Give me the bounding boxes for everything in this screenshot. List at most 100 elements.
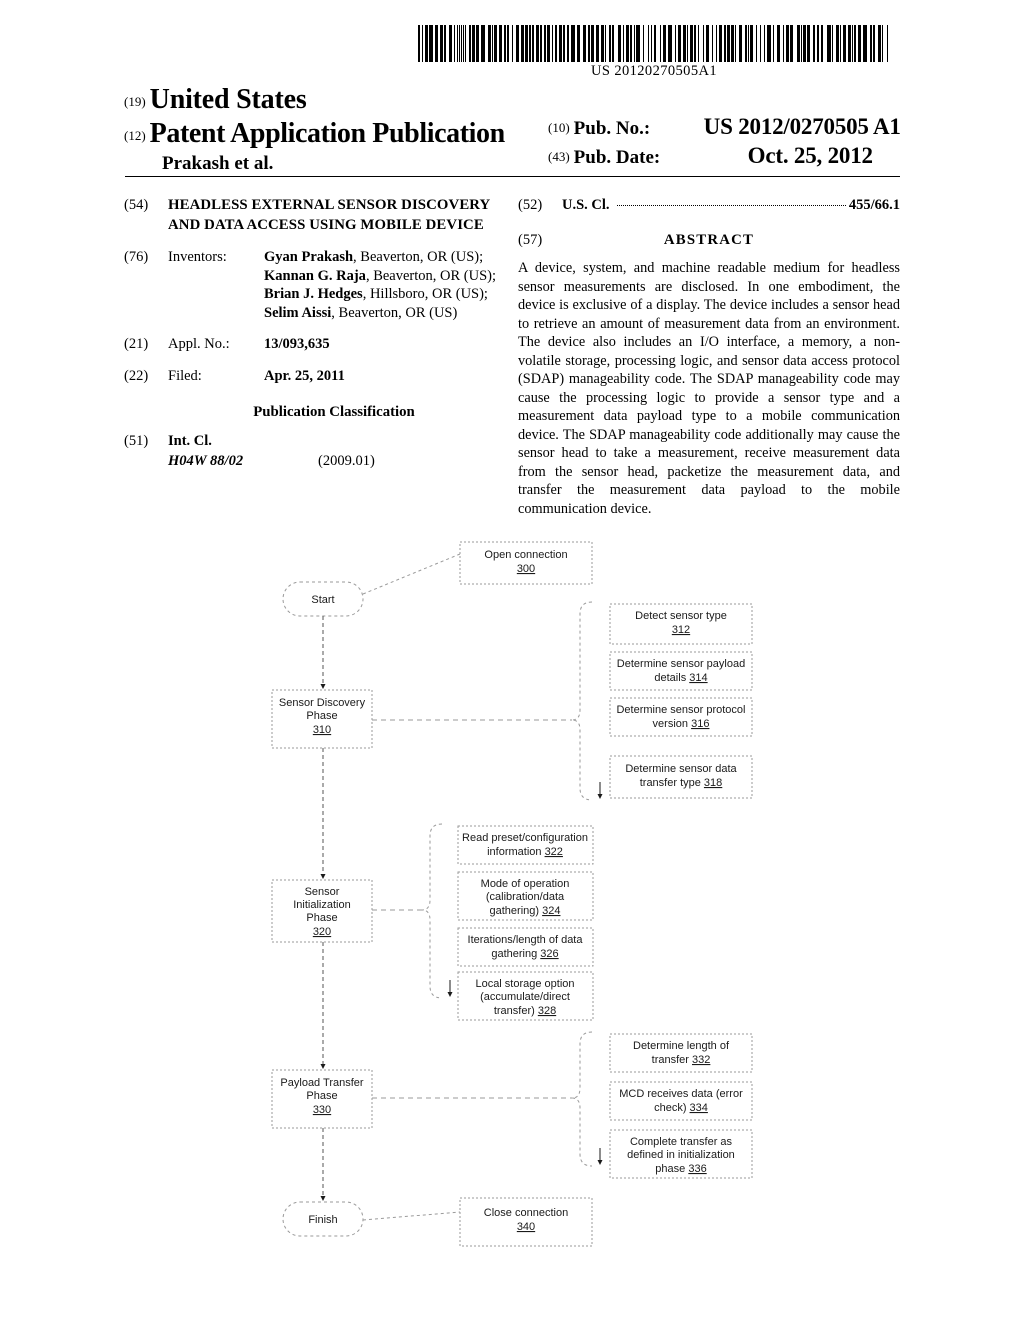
box-discovery-ref: 310 [313,724,331,736]
box-close-connection-line1: Close connection [484,1207,568,1219]
doc-type-line: (12) Patent Application Publication [124,118,505,150]
node-finish: Finish [282,1201,364,1237]
code-10: (10) [548,120,570,135]
code-43: (43) [548,149,570,165]
detail-box-336: Complete transfer as defined in initiali… [609,1129,753,1179]
box-discovery-line1: Sensor Discovery [279,697,366,709]
detail-312-ref: 312 [672,624,690,636]
detail-316-line2: version 316 [653,718,710,730]
box-open-connection-ref: 300 [517,563,535,575]
barcode-number: US 20120270505A1 [590,63,718,79]
box-open-connection: Open connection 300 [459,541,593,585]
detail-box-332: Determine length of transfer 332 [609,1033,753,1073]
inventors-code: (76) [124,249,149,266]
title-field: (54) HEADLESS EXTERNAL SENSOR DISCOVERY … [124,196,514,235]
detail-box-322: Read preset/configuration information 32… [457,825,594,865]
leader-dots [616,205,846,206]
detail-336-line1: Complete transfer as [630,1136,733,1148]
detail-box-324: Mode of operation (calibration/data gath… [457,871,594,921]
detail-318-line2: transfer type 318 [640,777,723,789]
pub-date-label: Pub. Date: [573,147,661,169]
inventor-location: , Beaverton, OR (US); [365,267,497,284]
us-cl-field: (52) U.S. Cl. 455/66.1 [518,196,900,215]
box-close-connection: Close connection 340 [459,1197,593,1247]
int-cl-field: (51) Int. Cl. H04W 88/02 (2009.01) [124,432,514,470]
appl-no-label: Appl. No.: [168,336,230,353]
connector-start-to-open [362,553,461,595]
box-initialization-line3: Phase [306,912,337,924]
abstract-code: (57) [518,231,543,248]
detail-334-line2: check) 334 [654,1102,708,1114]
country-name: United States [149,84,307,115]
pub-no-row: (10) Pub. No.: US 2012/0270505 A1 [548,112,901,141]
box-payload-line2: Phase [306,1090,337,1102]
int-cl-detail: H04W 88/02 (2009.01) [168,452,514,471]
flowchart-figure: Start Open connection 300 Sensor Discove… [0,520,1024,1320]
brace-initialization [421,823,443,999]
int-cl-label: Int. Cl. [168,433,212,450]
invention-title: HEADLESS EXTERNAL SENSOR DISCOVERY AND D… [168,197,490,233]
inventor-name: Brian J. Hedges [264,286,363,303]
detail-328-line2: (accumulate/direct [480,991,570,1003]
detail-box-316: Determine sensor protocol version 316 [609,697,753,737]
detail-322-line2: information 322 [487,846,563,858]
node-start: Start [282,581,364,617]
code-12: (12) [124,128,146,143]
detail-box-314: Determine sensor payload details 314 [609,651,753,691]
int-cl-body: Int. Cl. H04W 88/02 (2009.01) [168,432,514,470]
detail-box-312: Detect sensor type 312 [609,603,753,645]
box-initialization-line1: Sensor [305,886,340,898]
node-start-label: Start [311,594,334,606]
detail-box-334: MCD receives data (error check) 334 [609,1081,753,1121]
box-payload-ref: 330 [313,1104,331,1116]
int-cl-code: (51) [124,433,149,450]
filed-code: (22) [124,367,149,384]
barcode-image [418,25,888,62]
int-cl-version: (2009.01) [318,452,375,469]
node-finish-label: Finish [308,1214,337,1226]
inventor-location: , Beaverton, OR (US) [331,304,458,321]
box-initialization-line2: Initialization [293,899,350,911]
appl-no-value: 13/093,635 [264,336,330,353]
detail-322-line1: Read preset/configuration [462,832,588,844]
appl-no-field: (21) Appl. No.: 13/093,635 [124,335,514,354]
detail-318-line1: Determine sensor data [625,763,737,775]
detail-326-line2: gathering 326 [491,948,558,960]
pub-date-value: Oct. 25, 2012 [747,143,873,169]
appl-no-code: (21) [124,336,149,353]
inventors-field: (76) Inventors: Gyan Prakash, Beaverton,… [124,248,514,322]
box-open-connection-line1: Open connection [484,549,567,561]
detail-314-line2: details 314 [654,672,707,684]
inventor-location: , Hillsboro, OR (US); [362,286,488,303]
bibliographic-right-column: (52) U.S. Cl. 455/66.1 (57) ABSTRACT A d… [518,196,900,518]
detail-box-318: Determine sensor data transfer type 318 [609,755,753,799]
detail-328-line1: Local storage option [475,978,574,990]
box-sensor-initialization-phase: Sensor Initialization Phase 320 [271,879,373,943]
us-cl-label: U.S. Cl. [562,197,610,213]
detail-box-326: Iterations/length of data gathering 326 [457,927,594,967]
document-type: Patent Application Publication [149,118,506,149]
detail-316-line1: Determine sensor protocol [616,704,745,716]
abstract-text: A device, system, and machine readable m… [518,260,900,517]
detail-box-328: Local storage option (accumulate/direct … [457,971,594,1021]
filed-value: Apr. 25, 2011 [264,367,345,384]
detail-324-line3: gathering) 324 [490,905,561,917]
box-payload-transfer-phase: Payload Transfer Phase 330 [271,1069,373,1129]
inventor-location: , Beaverton, OR (US); [353,249,484,266]
pub-no-value: US 2012/0270505 A1 [703,114,901,139]
detail-336-line2: defined in initialization [627,1149,735,1161]
detail-336-line3: phase 336 [655,1163,706,1175]
inventor-name: Kannan G. Raja [264,267,366,284]
inventor-name: Selim Aissi [264,304,332,321]
box-payload-line1: Payload Transfer [280,1077,363,1089]
pub-date-row: (43) Pub. Date: Oct. 25, 2012 [548,141,901,170]
filed-field: (22) Filed: Apr. 25, 2011 [124,367,514,386]
detail-332-line1: Determine length of [633,1040,730,1052]
us-cl-code: (52) [518,197,543,213]
header-left-block: (19) United States (12) Patent Applicati… [124,84,505,175]
box-initialization-ref: 320 [313,926,331,938]
box-sensor-discovery-phase: Sensor Discovery Phase 310 [271,689,373,749]
header-right-block: (10) Pub. No.: US 2012/0270505 A1 (43) P… [548,112,901,171]
document-header: (19) United States (12) Patent Applicati… [0,84,1024,176]
publication-classification-heading: Publication Classification [253,404,415,421]
